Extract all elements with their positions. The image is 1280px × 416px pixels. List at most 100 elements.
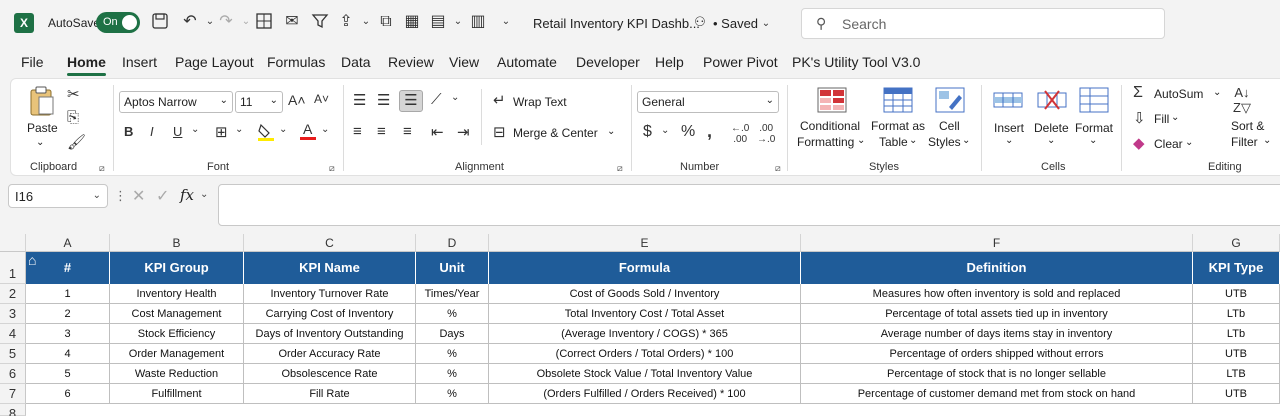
column-header[interactable]: C [244, 234, 416, 252]
formula-input[interactable] [218, 184, 1280, 226]
align-center-icon[interactable]: ≡ [377, 123, 386, 140]
fill-dropdown-icon[interactable]: ⌄ [1171, 112, 1179, 123]
select-all-corner[interactable] [0, 234, 26, 252]
search-input[interactable] [842, 14, 1142, 34]
coauthor-icon[interactable]: ⚇ [690, 12, 710, 32]
conditional-formatting-line1[interactable]: Conditional [800, 119, 860, 133]
tab-page-layout[interactable]: Page Layout [175, 54, 254, 70]
column-header[interactable]: F [801, 234, 1193, 252]
header-cell[interactable]: ⌂ # [26, 252, 110, 284]
paste-icon[interactable] [27, 85, 57, 117]
format-painter-brush-icon[interactable]: 🖌 [67, 133, 86, 151]
formula-bar-options-icon[interactable]: ⋮ [114, 188, 127, 204]
increase-font-icon[interactable]: A˄ [288, 92, 306, 108]
tab-power-pivot[interactable]: Power Pivot [703, 54, 778, 70]
clear-icon[interactable]: ◆ [1133, 134, 1145, 152]
decrease-font-icon[interactable]: A˅ [314, 92, 329, 106]
sort-filter-icon[interactable]: A↓ Z▽ [1233, 85, 1251, 116]
row-header[interactable]: 5 [0, 344, 26, 364]
save-status-chevron-icon[interactable]: ⌄ [756, 14, 776, 34]
table-cell[interactable]: Percentage of orders shipped without err… [801, 344, 1193, 364]
table-cell[interactable]: Fill Rate [244, 384, 416, 404]
table-cell[interactable]: % [416, 304, 489, 324]
table-cell[interactable]: 5 [26, 364, 110, 384]
tab-help[interactable]: Help [655, 54, 684, 70]
fill-icon[interactable]: ⇩ [1133, 109, 1146, 127]
sort-filter-line1[interactable]: Sort & [1231, 119, 1264, 133]
table-cell[interactable]: Times/Year [416, 284, 489, 304]
table-cell[interactable]: Measures how often inventory is sold and… [801, 284, 1193, 304]
currency-icon[interactable]: $ [643, 123, 652, 141]
table-cell[interactable]: Percentage of total assets tied up in in… [801, 304, 1193, 324]
delete-cells-button[interactable]: Delete [1034, 121, 1069, 135]
orientation-icon[interactable]: ⟋ [431, 91, 442, 108]
table-cell[interactable]: 6 [26, 384, 110, 404]
comma-style-icon[interactable]: , [707, 121, 712, 142]
tab-file[interactable]: File [21, 54, 44, 70]
format-as-table-line2[interactable]: Table [879, 135, 908, 149]
header-cell[interactable]: Definition [801, 252, 1193, 284]
format-cells-icon[interactable] [1079, 87, 1109, 117]
document-title[interactable]: Retail Inventory KPI Dashb... [533, 16, 700, 31]
table-cell[interactable]: Obsolete Stock Value / Total Inventory V… [489, 364, 801, 384]
tab-review[interactable]: Review [388, 54, 434, 70]
font-launcher-icon[interactable]: ⧄ [329, 163, 335, 174]
table-cell[interactable]: (Correct Orders / Total Orders) * 100 [489, 344, 801, 364]
table-cell[interactable]: 1 [26, 284, 110, 304]
format-cells-dropdown-icon[interactable]: ⌄ [1089, 135, 1097, 146]
wrap-text-icon[interactable]: ↵ [493, 91, 506, 109]
cut-icon[interactable]: ✂ [67, 85, 80, 103]
percent-icon[interactable]: % [681, 123, 695, 141]
autosum-icon[interactable]: Σ [1133, 84, 1143, 102]
table-cell[interactable]: Percentage of stock that is no longer se… [801, 364, 1193, 384]
column-header[interactable]: B [110, 234, 244, 252]
row-header[interactable]: 6 [0, 364, 26, 384]
autosave-toggle[interactable]: On [96, 12, 140, 33]
cell-styles-icon[interactable] [935, 87, 965, 117]
table-cell[interactable]: % [416, 344, 489, 364]
table-icon[interactable]: ▦ [402, 12, 422, 32]
clear-button[interactable]: Clear [1154, 137, 1183, 151]
calculator-icon[interactable]: ▤ [428, 12, 448, 32]
table-cell[interactable]: UTB [1193, 344, 1280, 364]
font-color-dropdown-icon[interactable]: ⌄ [321, 124, 329, 135]
table-cell[interactable]: Average number of days items stay in inv… [801, 324, 1193, 344]
filter-icon[interactable] [310, 12, 330, 32]
column-header[interactable]: A [26, 234, 110, 252]
number-format-select[interactable]: General ⌄ [637, 91, 779, 113]
table-cell[interactable]: UTB [1193, 284, 1280, 304]
column-header[interactable]: G [1193, 234, 1280, 252]
email-icon[interactable]: ✉ [282, 12, 302, 32]
table-cell[interactable]: (Average Inventory / COGS) * 365 [489, 324, 801, 344]
tab-developer[interactable]: Developer [576, 54, 640, 70]
clipboard-launcher-icon[interactable]: ⧄ [99, 163, 105, 174]
merge-center-icon[interactable]: ⊟ [493, 123, 506, 141]
share-icon[interactable]: ⇪ [336, 12, 356, 32]
tab-pk-utility[interactable]: PK's Utility Tool V3.0 [792, 54, 920, 70]
tab-formulas[interactable]: Formulas [267, 54, 325, 70]
table-cell[interactable]: LTB [1193, 364, 1280, 384]
calculator-dropdown-icon[interactable]: ⌄ [448, 12, 468, 32]
clear-dropdown-icon[interactable]: ⌄ [1185, 137, 1193, 148]
decrease-decimal-icon[interactable]: .00 →.0 [757, 123, 775, 145]
table-cell[interactable]: LTb [1193, 324, 1280, 344]
cell-styles-line2[interactable]: Styles [928, 135, 961, 149]
table-cell[interactable]: 2 [26, 304, 110, 324]
table-cell[interactable]: Fulfillment [110, 384, 244, 404]
alignment-launcher-icon[interactable]: ⧄ [617, 163, 623, 174]
header-cell[interactable]: Unit [416, 252, 489, 284]
calc-icon[interactable]: ▥ [468, 12, 488, 32]
number-launcher-icon[interactable]: ⧄ [775, 163, 781, 174]
table-cell[interactable]: Waste Reduction [110, 364, 244, 384]
row-header[interactable]: 4 [0, 324, 26, 344]
format-cells-button[interactable]: Format [1075, 121, 1113, 135]
format-as-table-icon[interactable] [883, 87, 913, 117]
insert-function-icon[interactable]: fx [180, 186, 194, 204]
font-name-select[interactable]: Aptos Narrow ⌄ [119, 91, 233, 113]
tab-data[interactable]: Data [341, 54, 371, 70]
table-cell[interactable]: Stock Efficiency [110, 324, 244, 344]
header-cell[interactable]: Formula [489, 252, 801, 284]
header-cell[interactable]: KPI Name [244, 252, 416, 284]
table-cell[interactable]: Inventory Turnover Rate [244, 284, 416, 304]
autosum-button[interactable]: AutoSum [1154, 87, 1203, 101]
